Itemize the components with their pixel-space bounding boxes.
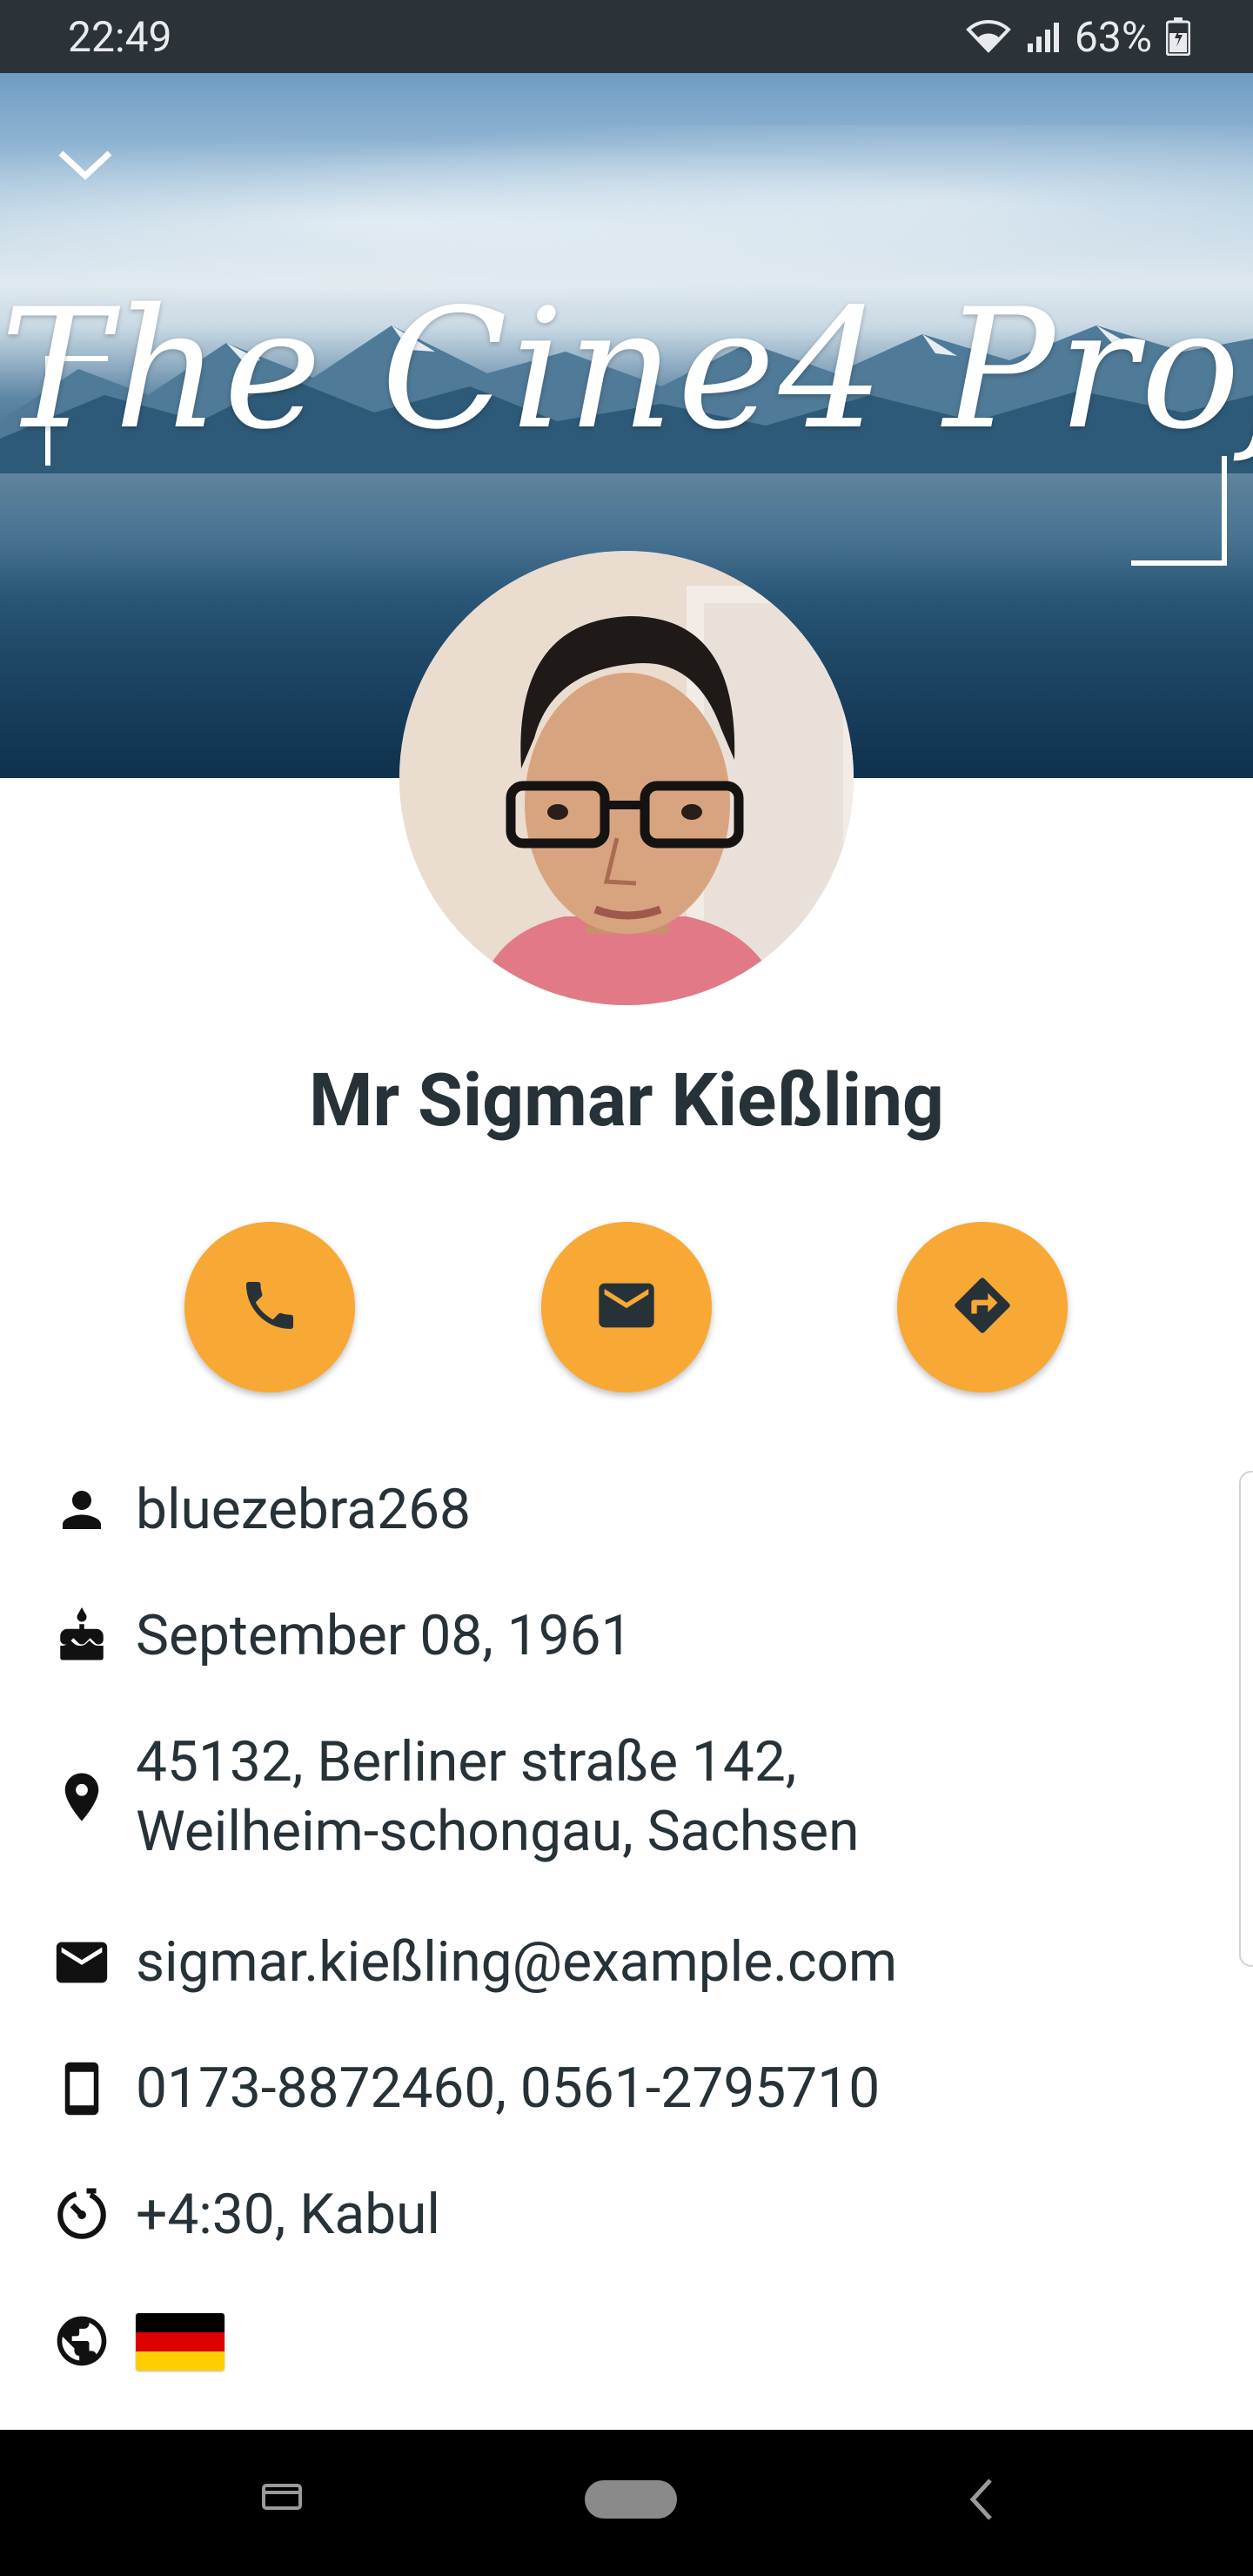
- signal-icon: [1026, 19, 1061, 54]
- call-button[interactable]: [184, 1222, 355, 1392]
- title-bracket-right: [1131, 456, 1227, 566]
- birthday-text: September 08, 1961: [136, 1603, 633, 1668]
- status-bar: 22:49 63%: [0, 0, 1253, 73]
- person-icon: [49, 1477, 115, 1543]
- back-icon[interactable]: [966, 2477, 997, 2526]
- status-icons: 63%: [965, 12, 1190, 62]
- battery-percent: 63%: [1074, 11, 1152, 62]
- action-buttons: [0, 1222, 1253, 1392]
- home-button[interactable]: [585, 2480, 677, 2519]
- detail-username: bluezebra268: [0, 1475, 1253, 1545]
- detail-address: 45132, Berliner straße 142, Weilheim-sch…: [0, 1727, 1253, 1867]
- phones-text[interactable]: 0173-8872460, 0561-2795710: [136, 2054, 880, 2123]
- chevron-down-icon: [57, 148, 113, 186]
- detail-nationality: [0, 2306, 1253, 2376]
- avatar: [399, 551, 854, 1005]
- navigation-bar: [0, 2430, 1253, 2576]
- cake-icon: [49, 1603, 115, 1669]
- timezone-icon: [49, 2182, 115, 2248]
- germany-flag-icon: [136, 2313, 224, 2371]
- detail-email: sigmar.kießling@example.com: [0, 1928, 1253, 1997]
- address-text: 45132, Berliner straße 142, Weilheim-sch…: [136, 1727, 859, 1867]
- phone-icon: [238, 1274, 301, 1340]
- profile-name: Mr Sigmar Kießling: [308, 1057, 945, 1144]
- battery-icon: [1166, 17, 1190, 56]
- username-text: bluezebra268: [136, 1477, 471, 1542]
- directions-button[interactable]: [897, 1222, 1068, 1392]
- smartphone-icon: [49, 2056, 115, 2122]
- mail-icon: [593, 1272, 660, 1342]
- detail-phones: 0173-8872460, 0561-2795710: [0, 2054, 1253, 2123]
- status-time: 22:49: [68, 11, 172, 62]
- email-icon: [49, 1929, 115, 1996]
- collapse-button[interactable]: [44, 125, 127, 209]
- address-line-2: Weilheim-schongau, Sachsen: [136, 1799, 860, 1864]
- email-text[interactable]: sigmar.kießling@example.com: [136, 1928, 897, 1997]
- email-button[interactable]: [541, 1222, 712, 1392]
- scroll-indicator[interactable]: [1239, 1471, 1253, 1967]
- recent-apps-icon[interactable]: [261, 2479, 303, 2517]
- location-pin-icon: [49, 1764, 115, 1830]
- directions-icon: [949, 1272, 1015, 1342]
- banner-title: The Cine4 Profile: [0, 273, 1253, 466]
- detail-birthday: September 08, 1961: [0, 1601, 1253, 1671]
- wifi-icon: [965, 19, 1012, 54]
- globe-icon: [49, 2308, 115, 2374]
- address-line-1: 45132, Berliner straße 142,: [136, 1729, 797, 1794]
- detail-timezone: +4:30, Kabul: [0, 2180, 1253, 2250]
- timezone-text: +4:30, Kabul: [136, 2182, 440, 2247]
